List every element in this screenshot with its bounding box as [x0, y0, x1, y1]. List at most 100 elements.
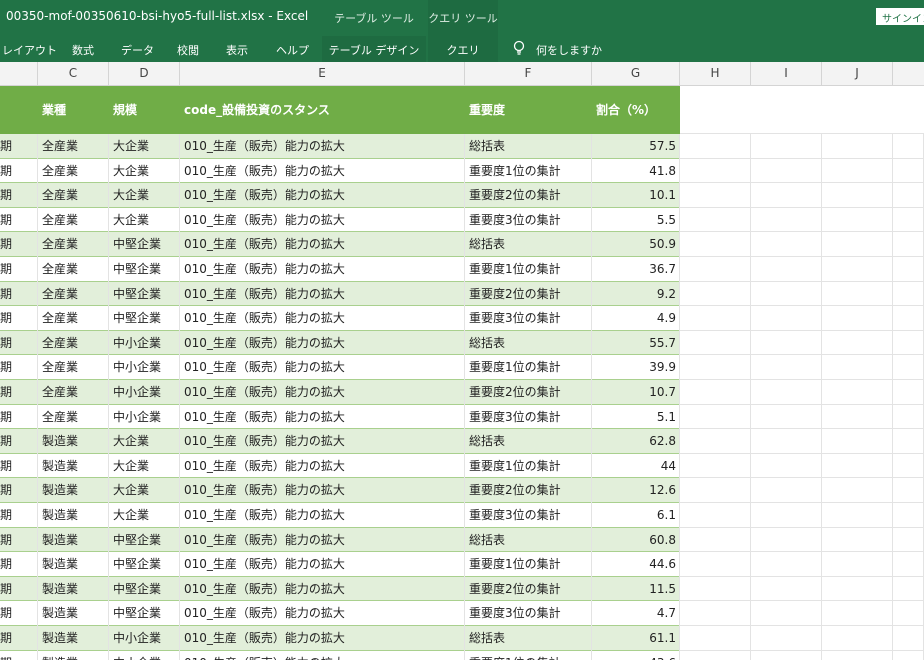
- cell-size[interactable]: 中小企業: [109, 650, 180, 660]
- cell-period[interactable]: 期: [0, 527, 38, 553]
- empty-cell[interactable]: [751, 306, 822, 331]
- cell-importance[interactable]: 総括表: [465, 134, 592, 159]
- cell-industry[interactable]: 製造業: [38, 478, 109, 503]
- tab-view[interactable]: 表示: [226, 36, 248, 62]
- cell-industry[interactable]: 全産業: [38, 257, 109, 282]
- cell-industry[interactable]: 製造業: [38, 552, 109, 577]
- tab-data[interactable]: データ: [121, 36, 154, 62]
- cell-period[interactable]: 期: [0, 232, 38, 257]
- tab-review[interactable]: 校閲: [177, 36, 199, 62]
- table-header-cell[interactable]: 重要度: [465, 86, 592, 134]
- cell-period[interactable]: 期: [0, 306, 38, 331]
- cell-ratio[interactable]: 60.8: [592, 527, 680, 553]
- table-header-cell[interactable]: [0, 86, 38, 134]
- lightbulb-icon[interactable]: [510, 39, 528, 57]
- empty-cell[interactable]: [893, 576, 924, 602]
- table-header-cell[interactable]: 規模: [109, 86, 180, 134]
- empty-cell[interactable]: [680, 576, 751, 602]
- cell-period[interactable]: 期: [0, 330, 38, 356]
- empty-cell[interactable]: [751, 134, 822, 159]
- empty-cell[interactable]: [822, 478, 893, 503]
- cell-industry[interactable]: 全産業: [38, 404, 109, 430]
- empty-cell[interactable]: [822, 257, 893, 282]
- empty-cell[interactable]: [680, 306, 751, 331]
- empty-cell[interactable]: [893, 527, 924, 553]
- cell-industry[interactable]: 全産業: [38, 158, 109, 184]
- empty-cell[interactable]: [680, 183, 751, 208]
- cell-ratio[interactable]: 43.6: [592, 650, 680, 660]
- signin-button[interactable]: サインイン: [876, 8, 924, 25]
- empty-cell[interactable]: [893, 281, 924, 307]
- cell-size[interactable]: 中堅企業: [109, 601, 180, 626]
- empty-cell[interactable]: [680, 429, 751, 454]
- cell-ratio[interactable]: 41.8: [592, 158, 680, 184]
- cell-industry[interactable]: 全産業: [38, 355, 109, 380]
- empty-cell[interactable]: [751, 576, 822, 602]
- cell-importance[interactable]: 重要度1位の集計: [465, 552, 592, 577]
- empty-cell[interactable]: [893, 380, 924, 405]
- cell-period[interactable]: 期: [0, 134, 38, 159]
- cell-ratio[interactable]: 10.1: [592, 183, 680, 208]
- cell-industry[interactable]: 製造業: [38, 576, 109, 602]
- cell-size[interactable]: 中堅企業: [109, 306, 180, 331]
- cell-stance-code[interactable]: 010_生産（販売）能力の拡大: [180, 330, 465, 356]
- empty-cell[interactable]: [893, 601, 924, 626]
- empty-cell[interactable]: [822, 330, 893, 356]
- empty-cell[interactable]: [751, 650, 822, 660]
- cell-industry[interactable]: 全産業: [38, 207, 109, 233]
- empty-cell[interactable]: [822, 134, 893, 159]
- cell-importance[interactable]: 総括表: [465, 626, 592, 651]
- empty-cell[interactable]: [893, 355, 924, 380]
- empty-cell[interactable]: [680, 601, 751, 626]
- cell-importance[interactable]: 重要度3位の集計: [465, 601, 592, 626]
- cell-importance[interactable]: 重要度1位の集計: [465, 257, 592, 282]
- empty-cell[interactable]: [822, 626, 893, 651]
- column-header-next[interactable]: [893, 62, 924, 85]
- empty-cell[interactable]: [680, 453, 751, 479]
- empty-cell[interactable]: [893, 257, 924, 282]
- worksheet-grid[interactable]: 業種 規模 code_設備投資のスタンス 重要度 割合（%）期全産業 大企業 010_生産（…: [0, 86, 924, 660]
- cell-stance-code[interactable]: 010_生産（販売）能力の拡大: [180, 257, 465, 282]
- empty-cell[interactable]: [751, 281, 822, 307]
- column-header-h[interactable]: H: [680, 62, 751, 85]
- cell-size[interactable]: 大企業: [109, 158, 180, 184]
- empty-cell[interactable]: [893, 478, 924, 503]
- cell-ratio[interactable]: 57.5: [592, 134, 680, 159]
- cell-period[interactable]: 期: [0, 626, 38, 651]
- cell-size[interactable]: 大企業: [109, 478, 180, 503]
- cell-ratio[interactable]: 5.1: [592, 404, 680, 430]
- table-header-cell[interactable]: code_設備投資のスタンス: [180, 86, 465, 134]
- column-header-partial[interactable]: [0, 62, 38, 85]
- cell-stance-code[interactable]: 010_生産（販売）能力の拡大: [180, 576, 465, 602]
- cell-industry[interactable]: 製造業: [38, 503, 109, 528]
- cell-size[interactable]: 大企業: [109, 207, 180, 233]
- cell-importance[interactable]: 総括表: [465, 330, 592, 356]
- cell-size[interactable]: 中堅企業: [109, 527, 180, 553]
- empty-cell[interactable]: [822, 576, 893, 602]
- empty-cell[interactable]: [893, 330, 924, 356]
- empty-cell[interactable]: [822, 306, 893, 331]
- cell-stance-code[interactable]: 010_生産（販売）能力の拡大: [180, 429, 465, 454]
- table-header-cell[interactable]: 割合（%）: [592, 86, 680, 134]
- empty-cell[interactable]: [751, 527, 822, 553]
- cell-size[interactable]: 大企業: [109, 134, 180, 159]
- cell-importance[interactable]: 重要度1位の集計: [465, 453, 592, 479]
- empty-cell[interactable]: [822, 207, 893, 233]
- cell-industry[interactable]: 全産業: [38, 232, 109, 257]
- empty-cell[interactable]: [680, 281, 751, 307]
- tab-page-layout[interactable]: レイアウト: [2, 36, 57, 62]
- cell-stance-code[interactable]: 010_生産（販売）能力の拡大: [180, 601, 465, 626]
- empty-cell[interactable]: [680, 134, 751, 159]
- cell-importance[interactable]: 総括表: [465, 232, 592, 257]
- cell-period[interactable]: 期: [0, 207, 38, 233]
- cell-size[interactable]: 大企業: [109, 453, 180, 479]
- cell-stance-code[interactable]: 010_生産（販売）能力の拡大: [180, 552, 465, 577]
- cell-industry[interactable]: 全産業: [38, 330, 109, 356]
- cell-industry[interactable]: 全産業: [38, 281, 109, 307]
- cell-ratio[interactable]: 9.2: [592, 281, 680, 307]
- cell-ratio[interactable]: 4.7: [592, 601, 680, 626]
- cell-period[interactable]: 期: [0, 257, 38, 282]
- tab-query[interactable]: クエリ: [428, 36, 498, 62]
- cell-size[interactable]: 中堅企業: [109, 257, 180, 282]
- empty-cell[interactable]: [680, 355, 751, 380]
